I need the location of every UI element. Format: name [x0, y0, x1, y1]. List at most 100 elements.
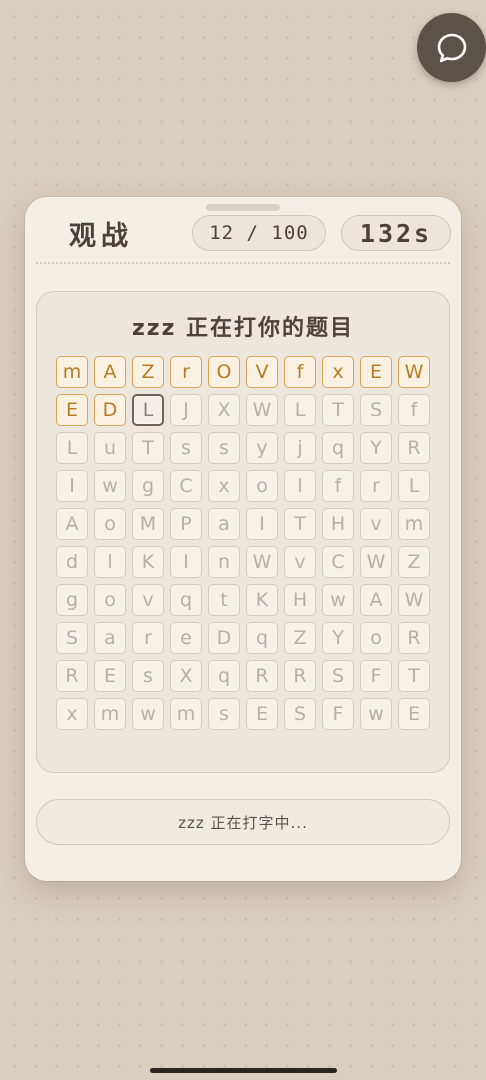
letter-cell: t: [208, 584, 240, 616]
letter-cell: Y: [360, 432, 392, 464]
timer-badge: 132s: [341, 215, 451, 251]
letter-cell: y: [246, 432, 278, 464]
letter-cell: j: [284, 432, 316, 464]
letter-cell: K: [246, 584, 278, 616]
letter-cell: C: [322, 546, 354, 578]
letter-cell: W: [246, 546, 278, 578]
letter-cell-typed: m: [56, 356, 88, 388]
letter-cell: H: [322, 508, 354, 540]
letter-cell: e: [170, 622, 202, 654]
letter-cell: S: [284, 698, 316, 730]
letter-cell: F: [360, 660, 392, 692]
letter-cell: o: [94, 508, 126, 540]
letter-cell: P: [170, 508, 202, 540]
letter-cell: F: [322, 698, 354, 730]
letter-cell: s: [208, 432, 240, 464]
letter-cell: A: [56, 508, 88, 540]
drag-handle[interactable]: [206, 204, 280, 211]
letter-cell: T: [398, 660, 430, 692]
spectate-card: 观战 12 / 100 132s zzz 正在打你的题目 mAZrOVfxEWE…: [25, 197, 461, 881]
letter-cell-typed: W: [398, 356, 430, 388]
letter-cell: W: [360, 546, 392, 578]
letter-cell: L: [398, 470, 430, 502]
letter-cell: m: [94, 698, 126, 730]
letter-cell: g: [56, 584, 88, 616]
letter-cell-current: L: [132, 394, 164, 426]
letter-cell: s: [132, 660, 164, 692]
letter-cell-typed: V: [246, 356, 278, 388]
letter-cell: q: [246, 622, 278, 654]
letter-cell: I: [246, 508, 278, 540]
letter-cell: d: [56, 546, 88, 578]
letter-cell: a: [94, 622, 126, 654]
home-indicator: [150, 1068, 337, 1073]
letter-cell: u: [94, 432, 126, 464]
letter-cell: l: [94, 546, 126, 578]
letter-cell: m: [170, 698, 202, 730]
letter-cell: H: [284, 584, 316, 616]
letter-cell: R: [56, 660, 88, 692]
letter-cell: v: [360, 508, 392, 540]
letter-cell-typed: O: [208, 356, 240, 388]
letter-cell: E: [398, 698, 430, 730]
letter-cell: I: [170, 546, 202, 578]
letter-cell: S: [322, 660, 354, 692]
puzzle-title: zzz 正在打你的题目: [131, 316, 355, 341]
letter-cell: r: [132, 622, 164, 654]
letter-cell: v: [284, 546, 316, 578]
chat-bubble-icon: [437, 33, 466, 62]
letter-cell: w: [132, 698, 164, 730]
letter-cell: Z: [398, 546, 430, 578]
letter-grid: mAZrOVfxEWEDLJXWLTSfLuTssyjqYRIwgCxolfrL…: [56, 356, 430, 730]
letter-cell: R: [398, 622, 430, 654]
letter-cell: W: [398, 584, 430, 616]
letter-cell: E: [94, 660, 126, 692]
letter-cell-typed: f: [284, 356, 316, 388]
letter-cell: w: [322, 584, 354, 616]
letter-cell: l: [284, 470, 316, 502]
letter-cell: x: [208, 470, 240, 502]
letter-cell-typed: r: [170, 356, 202, 388]
letter-cell: v: [132, 584, 164, 616]
letter-cell-typed: E: [56, 394, 88, 426]
letter-cell: D: [208, 622, 240, 654]
letter-cell: w: [94, 470, 126, 502]
letter-cell: w: [360, 698, 392, 730]
letter-cell: m: [398, 508, 430, 540]
letter-cell: T: [284, 508, 316, 540]
chat-button[interactable]: [417, 13, 486, 82]
letter-cell: S: [360, 394, 392, 426]
letter-cell-typed: E: [360, 356, 392, 388]
letter-cell: f: [322, 470, 354, 502]
letter-cell: T: [322, 394, 354, 426]
letter-cell: x: [56, 698, 88, 730]
letter-cell: X: [170, 660, 202, 692]
letter-cell: r: [360, 470, 392, 502]
letter-cell: R: [284, 660, 316, 692]
letter-cell: n: [208, 546, 240, 578]
letter-cell: q: [208, 660, 240, 692]
letter-cell: g: [132, 470, 164, 502]
letter-cell: q: [170, 584, 202, 616]
letter-cell: J: [170, 394, 202, 426]
letter-cell: o: [246, 470, 278, 502]
letter-cell-typed: x: [322, 356, 354, 388]
letter-cell: Y: [322, 622, 354, 654]
letter-cell: I: [56, 470, 88, 502]
letter-cell: T: [132, 432, 164, 464]
letter-cell: a: [208, 508, 240, 540]
letter-cell-typed: D: [94, 394, 126, 426]
letter-cell: X: [208, 394, 240, 426]
letter-cell: C: [170, 470, 202, 502]
letter-cell: L: [284, 394, 316, 426]
header-divider: [36, 262, 450, 264]
letter-cell: K: [132, 546, 164, 578]
letter-cell: W: [246, 394, 278, 426]
letter-cell: E: [246, 698, 278, 730]
letter-cell: R: [398, 432, 430, 464]
typing-status-bar: zzz 正在打字中...: [36, 799, 450, 845]
puzzle-panel: zzz 正在打你的题目 mAZrOVfxEWEDLJXWLTSfLuTssyjq…: [36, 291, 450, 773]
letter-cell: q: [322, 432, 354, 464]
letter-cell: s: [170, 432, 202, 464]
letter-cell: s: [208, 698, 240, 730]
